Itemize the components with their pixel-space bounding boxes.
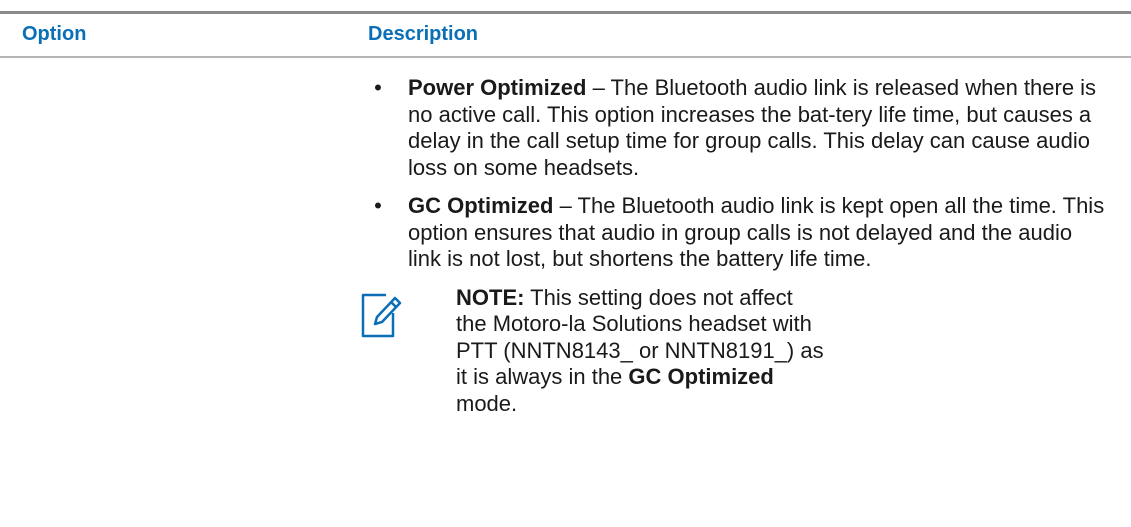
- list-item-text: Power Optimized – The Bluetooth audio li…: [408, 75, 1108, 181]
- option-term: Power Optimized: [408, 75, 587, 100]
- bullet-icon: •: [374, 193, 382, 218]
- column-header-option: Option: [22, 23, 87, 45]
- list-item: • GC Optimized – The Bluetooth audio lin…: [368, 193, 1108, 273]
- note-block: NOTE: This setting does not affect the M…: [361, 285, 826, 418]
- note-emphasis: GC Optimized: [628, 364, 774, 389]
- list-item-text: GC Optimized – The Bluetooth audio link …: [408, 193, 1108, 273]
- bullet-icon: •: [374, 75, 382, 100]
- table-top-rule: [0, 11, 1131, 14]
- option-term: GC Optimized: [408, 193, 554, 218]
- note-text-after: mode.: [456, 390, 518, 416]
- list-item: • Power Optimized – The Bluetooth audio …: [368, 75, 1108, 181]
- note-pencil-icon: [361, 293, 402, 337]
- description-cell: • Power Optimized – The Bluetooth audio …: [361, 75, 1108, 418]
- column-header-description: Description: [368, 23, 479, 45]
- note-label: NOTE:: [456, 284, 525, 310]
- note-text: NOTE: This setting does not affect the M…: [456, 285, 824, 416]
- header-divider: [0, 56, 1131, 58]
